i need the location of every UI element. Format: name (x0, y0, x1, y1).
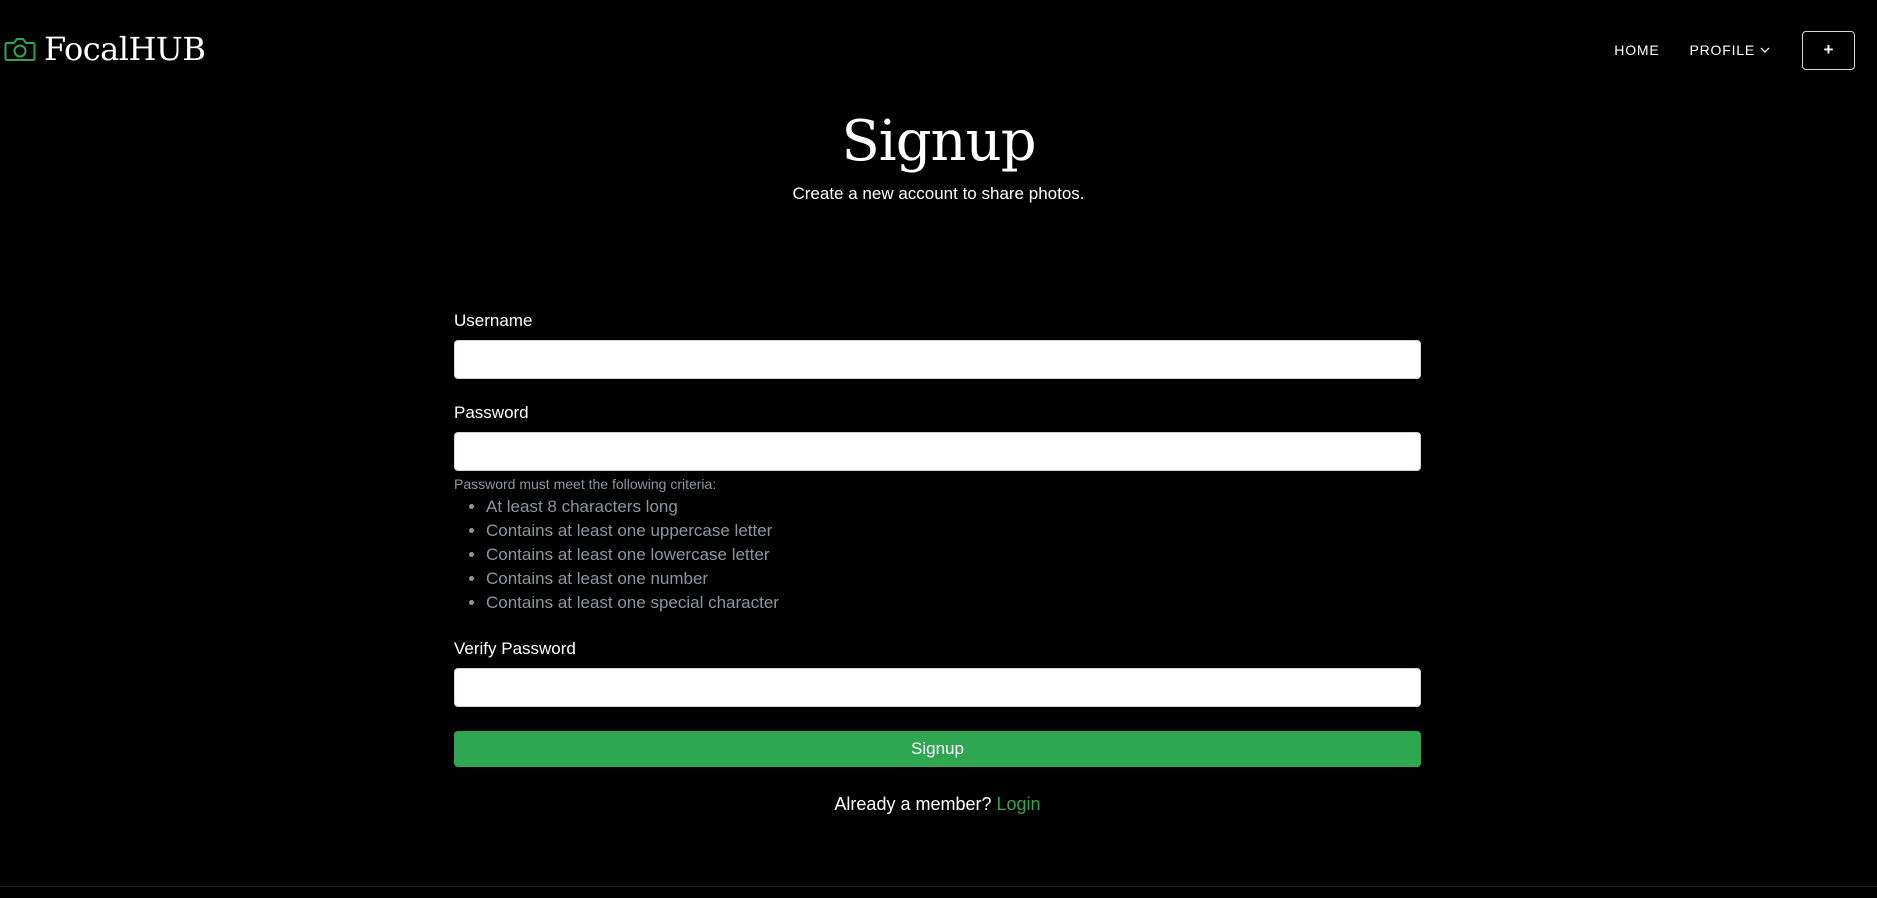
verify-password-group: Verify Password (454, 639, 1421, 707)
chevron-down-icon (1760, 47, 1770, 53)
page-header: Signup Create a new account to share pho… (0, 108, 1877, 204)
member-prompt-text: Already a member? (834, 794, 992, 814)
page-subtitle: Create a new account to share photos. (792, 184, 1085, 203)
page-title: Signup (841, 109, 1036, 174)
login-prompt: Already a member? Login (454, 794, 1421, 815)
username-label: Username (454, 311, 533, 330)
login-link[interactable]: Login (997, 794, 1041, 814)
criteria-item: Contains at least one uppercase letter (486, 519, 1421, 543)
nav-home-link[interactable]: HOME (1614, 42, 1659, 58)
username-group: Username (454, 311, 1421, 379)
password-group: Password Password must meet the followin… (454, 403, 1421, 615)
criteria-item: Contains at least one number (486, 567, 1421, 591)
verify-password-label: Verify Password (454, 639, 576, 658)
criteria-item: Contains at least one lowercase letter (486, 543, 1421, 567)
footer-divider (0, 886, 1877, 887)
signup-button[interactable]: Signup (454, 731, 1421, 767)
signup-form: Username Password Password must meet the… (454, 311, 1421, 815)
criteria-item: At least 8 characters long (486, 495, 1421, 519)
criteria-item: Contains at least one special character (486, 591, 1421, 615)
password-criteria-list: At least 8 characters long Contains at l… (454, 495, 1421, 615)
navbar: FocalHUB HOME PROFILE + (0, 0, 1877, 100)
add-photo-button[interactable]: + (1802, 30, 1855, 70)
brand-name: FocalHUB (44, 30, 206, 68)
nav-profile-label: PROFILE (1689, 42, 1755, 58)
verify-password-input[interactable] (454, 668, 1421, 707)
password-input[interactable] (454, 432, 1421, 471)
nav-links: HOME PROFILE + (1614, 30, 1855, 70)
password-help-text: Password must meet the following criteri… (454, 476, 717, 492)
username-input[interactable] (454, 340, 1421, 379)
password-label: Password (454, 403, 529, 422)
brand-link[interactable]: FocalHUB (4, 30, 206, 68)
nav-profile-dropdown[interactable]: PROFILE (1689, 42, 1770, 58)
camera-icon (4, 38, 36, 61)
